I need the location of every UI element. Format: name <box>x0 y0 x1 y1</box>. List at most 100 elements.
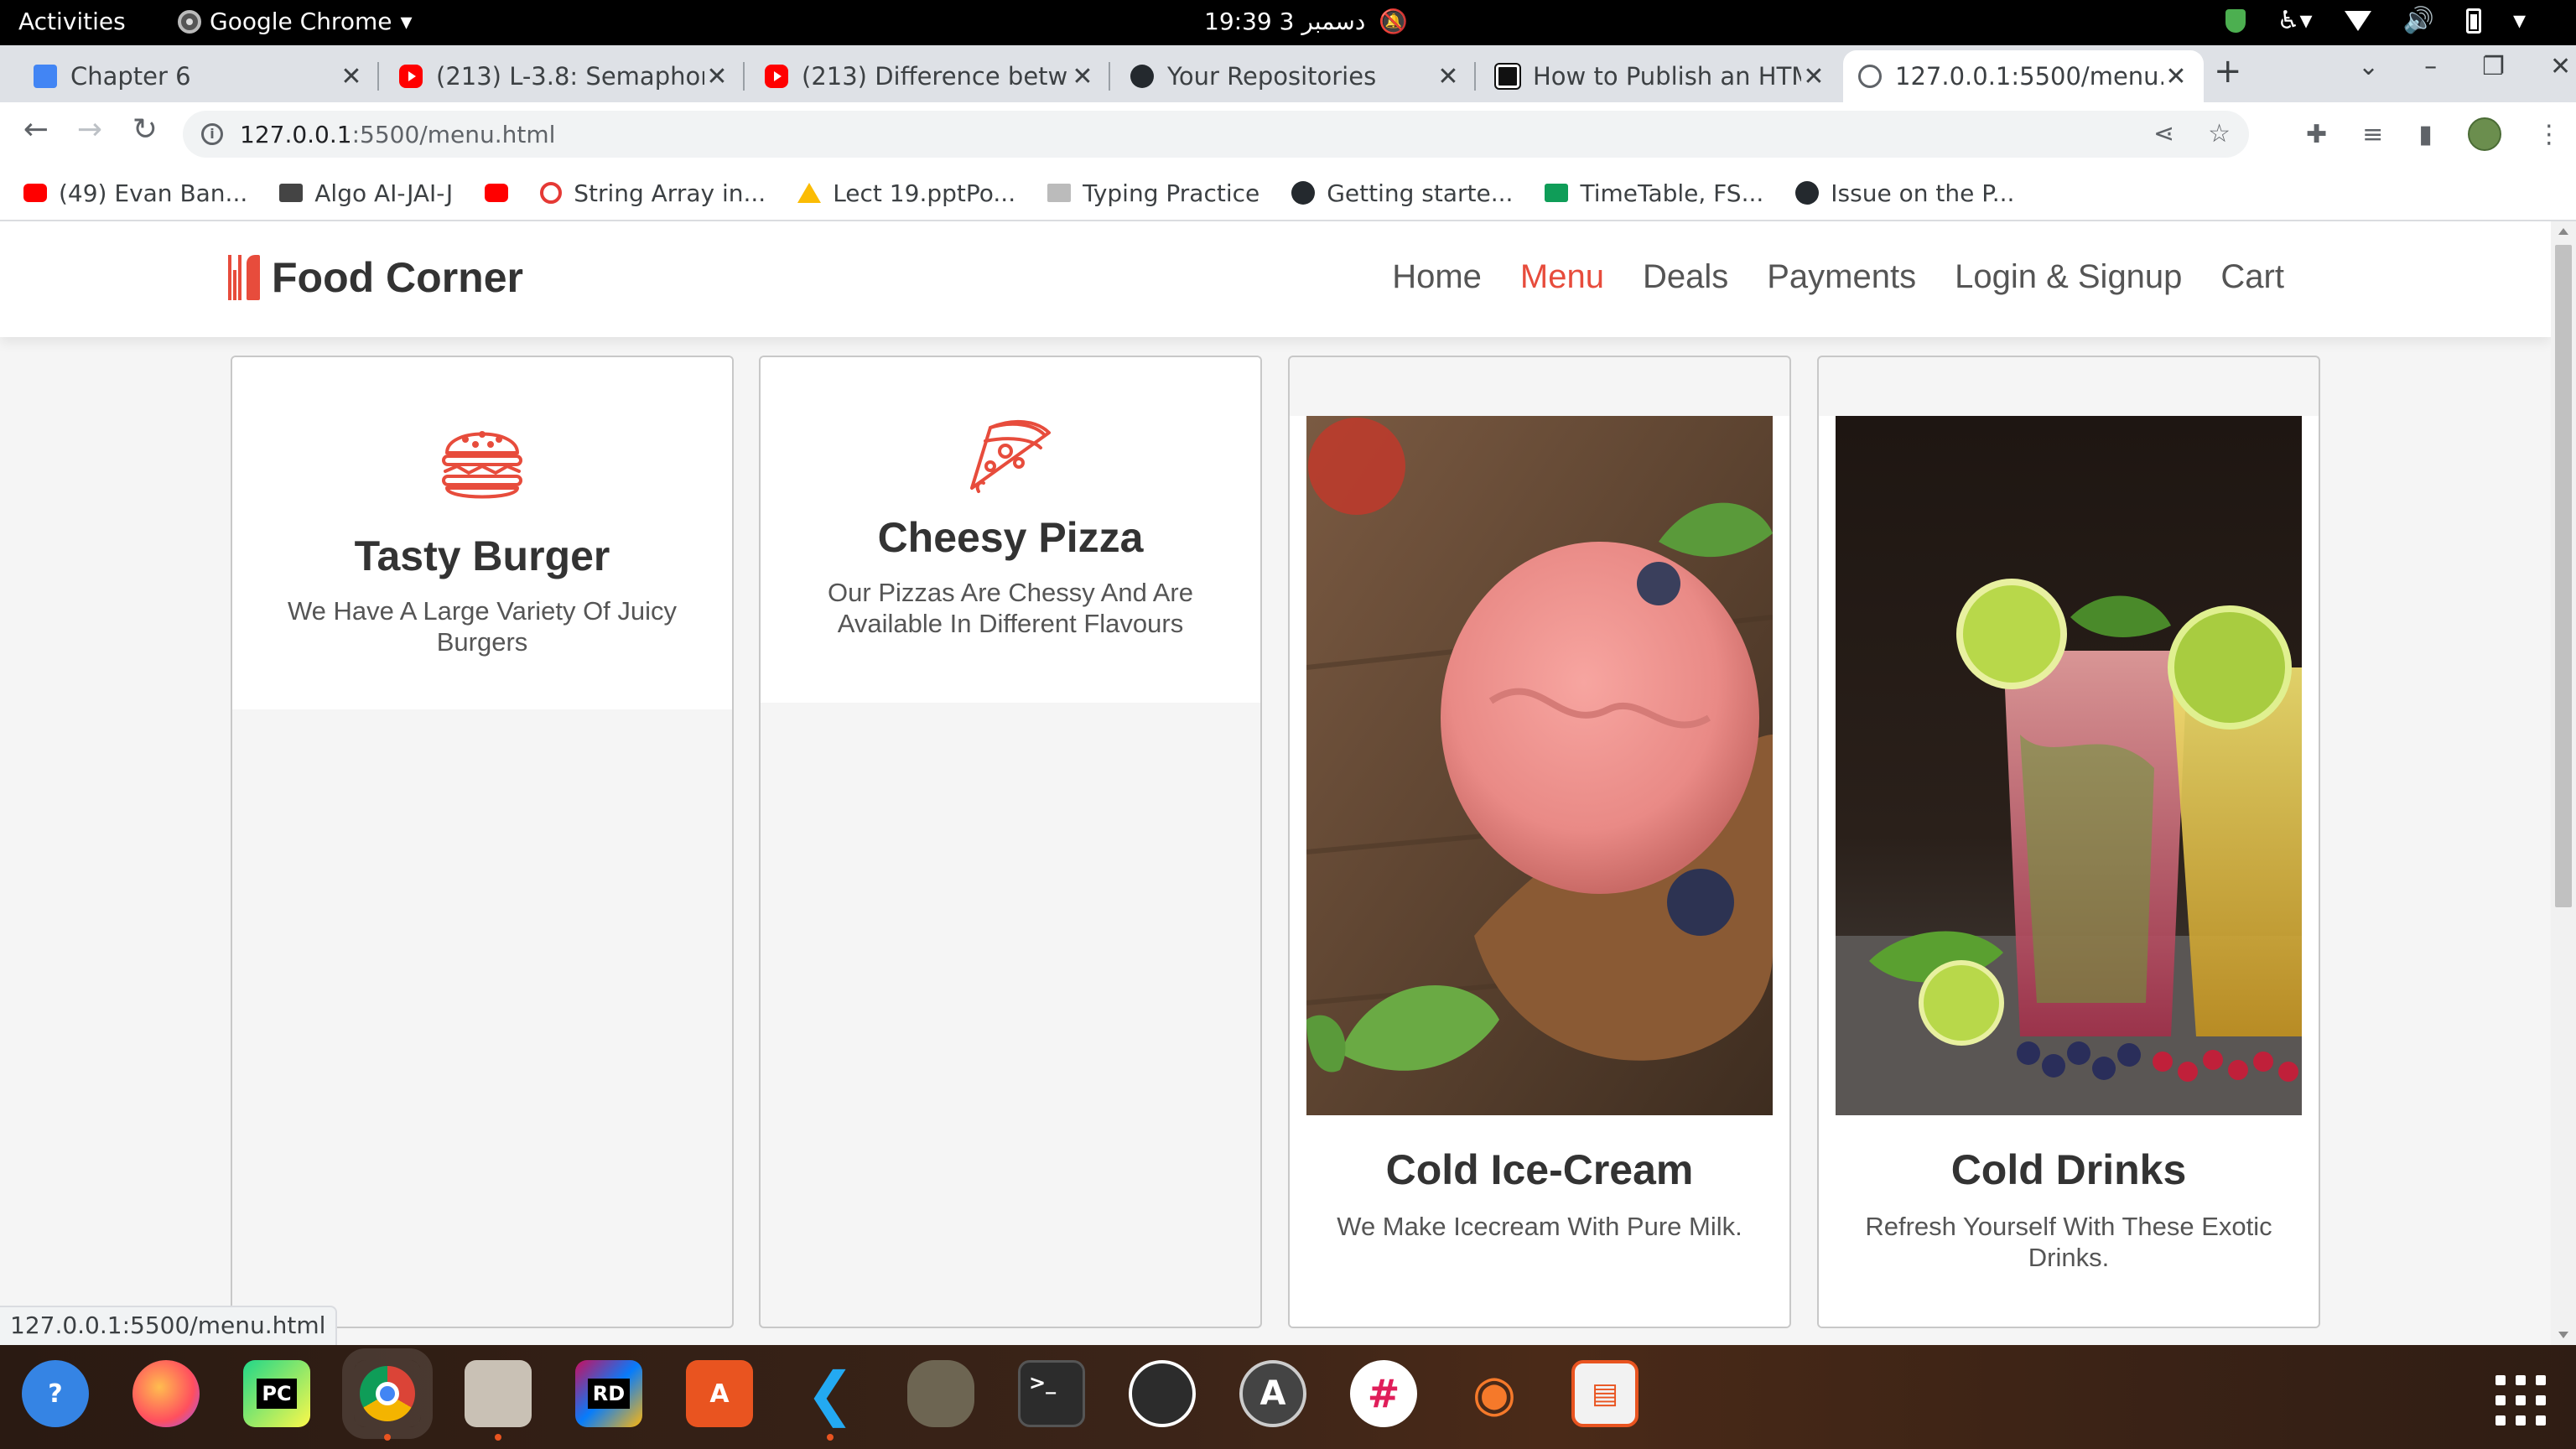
typing-icon <box>1047 184 1072 202</box>
toolbar-actions: ✚ ≡ ▮ ⋮ <box>2306 117 2562 151</box>
menu-card-ice-cream[interactable]: Cold Ice-Cream We Make Icecream With Pur… <box>1288 356 1791 1328</box>
pizza-icon <box>970 419 1051 493</box>
volume-icon: 🔊 <box>2402 6 2434 35</box>
bookmark-item[interactable]: Issue on the P... <box>1795 179 2014 207</box>
card-body: Cheesy Pizza Our Pizzas Are Chessy And A… <box>761 357 1260 703</box>
card-text: Our Pizzas Are Chessy And Are Available … <box>828 578 1193 638</box>
back-icon[interactable]: ← <box>15 112 57 147</box>
vscode-icon[interactable]: ❮ <box>797 1359 864 1441</box>
card-text: We Make Icecream With Pure Milk. <box>1337 1212 1742 1241</box>
nav-menu[interactable]: Menu <box>1520 258 1604 296</box>
show-apps-icon[interactable] <box>2496 1375 2546 1426</box>
bookmark-item[interactable]: (49) Evan Ban... <box>23 179 247 207</box>
maximize-icon[interactable]: ❐ <box>2482 52 2505 81</box>
extensions-icon[interactable]: ✚ <box>2306 120 2327 149</box>
bookmark-star-icon[interactable]: ☆ <box>2208 119 2231 148</box>
close-icon[interactable]: ✕ <box>1436 62 1461 91</box>
bookmark-item[interactable] <box>485 184 509 202</box>
nav-deals[interactable]: Deals <box>1643 258 1728 296</box>
github-icon <box>1291 181 1316 205</box>
menu-card-pizza[interactable]: Cheesy Pizza Our Pizzas Are Chessy And A… <box>759 356 1262 1328</box>
nav-payments[interactable]: Payments <box>1767 258 1916 296</box>
tab-chapter-6[interactable]: Chapter 6 ✕ <box>18 50 379 102</box>
terminal-icon[interactable]: >_ <box>1018 1360 1085 1427</box>
blender-icon[interactable]: ◉ <box>1461 1360 1528 1427</box>
files-icon[interactable] <box>465 1360 532 1441</box>
card-title: Tasty Burger <box>354 532 610 579</box>
side-panel-icon[interactable]: ▮ <box>2418 120 2433 149</box>
app-store-icon[interactable]: A <box>1239 1360 1306 1427</box>
tab-semaphore[interactable]: (213) L-3.8: Semaphore ✕ <box>384 50 745 102</box>
close-icon[interactable]: ✕ <box>1070 62 1095 91</box>
pycharm-icon[interactable]: PC <box>243 1360 310 1427</box>
close-icon[interactable]: ✕ <box>704 62 730 91</box>
site-logo[interactable]: Food Corner <box>226 253 523 302</box>
bookmark-label: Getting starte... <box>1327 179 1514 207</box>
help-icon[interactable]: ? <box>22 1360 89 1427</box>
rider-icon[interactable]: RD <box>575 1360 642 1427</box>
address-bar[interactable]: i 127.0.0.1:5500/menu.html ⋖ ☆ <box>183 111 2249 158</box>
system-top-bar: Activities Google Chrome ▾ 19:39 دسمبر 3… <box>0 0 2576 45</box>
ubuntu-dock: ? PC RD A ❮ >_ A # ◉ ▤ <box>0 1345 2576 1449</box>
clock[interactable]: 19:39 دسمبر 3 🔕 <box>1204 8 1408 35</box>
minimize-icon[interactable]: – <box>2424 52 2437 81</box>
menu-card-cold-drinks[interactable]: Cold Drinks Refresh Yourself With These … <box>1817 356 2320 1328</box>
software-icon[interactable]: A <box>686 1360 753 1427</box>
bookmark-item[interactable]: String Array in... <box>540 179 766 207</box>
tab-menu-active[interactable]: 127.0.0.1:5500/menu.h ✕ <box>1843 50 2204 102</box>
nav-login-signup[interactable]: Login & Signup <box>1955 258 2182 296</box>
app-menu-label: Google Chrome <box>210 8 392 35</box>
forward-icon[interactable]: → <box>69 112 111 147</box>
gimp-icon[interactable] <box>907 1360 974 1427</box>
avatar[interactable] <box>2467 117 2501 151</box>
fork-icon <box>228 255 242 300</box>
close-icon[interactable]: ✕ <box>2163 62 2189 91</box>
tab-publish-html[interactable]: How to Publish an HTM ✕ <box>1481 50 1841 102</box>
system-tray[interactable]: ♿▾ 🔊 ▾ <box>2225 6 2526 35</box>
share-icon[interactable]: ⋖ <box>2153 119 2174 148</box>
activities-button[interactable]: Activities <box>18 8 126 35</box>
youtube-icon <box>765 65 788 88</box>
scroll-down-icon[interactable] <box>2558 1332 2568 1338</box>
bookmark-item[interactable]: Algo AI-JAI-J <box>279 179 453 207</box>
accessibility-icon: ♿▾ <box>2277 6 2313 35</box>
chrome-icon[interactable] <box>342 1348 433 1441</box>
close-icon[interactable]: ✕ <box>1801 62 1826 91</box>
media-control-icon[interactable]: ≡ <box>2362 120 2383 149</box>
slack-icon[interactable]: # <box>1350 1360 1417 1427</box>
close-window-icon[interactable]: ✕ <box>2550 52 2571 81</box>
tab-search-icon[interactable]: ⌄ <box>2358 52 2379 81</box>
page-scrollbar[interactable] <box>2551 221 2576 1345</box>
new-tab-button[interactable]: + <box>2214 52 2242 91</box>
running-indicator <box>827 1434 834 1441</box>
scrollbar-thumb[interactable] <box>2555 245 2572 907</box>
nav-home[interactable]: Home <box>1392 258 1482 296</box>
menu-card-burger[interactable]: Tasty Burger We Have A Large Variety Of … <box>231 356 734 1328</box>
firefox-icon[interactable] <box>132 1360 200 1427</box>
app-menu[interactable]: Google Chrome ▾ <box>178 8 413 35</box>
bookmark-item[interactable]: Lect 19.pptPo... <box>797 179 1015 207</box>
bookmark-label: Issue on the P... <box>1831 179 2015 207</box>
tab-label: Chapter 6 <box>70 62 191 91</box>
obs-icon[interactable] <box>1129 1360 1196 1427</box>
clock-label: 19:39 دسمبر 3 <box>1204 8 1366 35</box>
close-icon[interactable]: ✕ <box>339 62 364 91</box>
bookmark-item[interactable]: Getting starte... <box>1291 179 1513 207</box>
bookmark-item[interactable]: Typing Practice <box>1047 179 1259 207</box>
tab-repositories[interactable]: Your Repositories ✕ <box>1115 50 1476 102</box>
tab-difference[interactable]: (213) Difference betw ✕ <box>750 50 1110 102</box>
tab-separator <box>1474 62 1476 91</box>
scroll-up-icon[interactable] <box>2558 228 2568 235</box>
presentation-icon[interactable]: ▤ <box>1571 1360 1639 1427</box>
browser-toolbar: ← → ↻ i 127.0.0.1:5500/menu.html ⋖ ☆ ✚ ≡… <box>0 102 2576 166</box>
link-status-bubble: 127.0.0.1:5500/menu.html <box>0 1306 338 1345</box>
tab-label: Your Repositories <box>1167 62 1377 91</box>
ice-cream-photo <box>1306 416 1773 1115</box>
nav-cart[interactable]: Cart <box>2220 258 2284 296</box>
info-icon[interactable]: i <box>201 123 223 145</box>
bookmark-item[interactable]: TimeTable, FS... <box>1545 179 1763 207</box>
tab-strip: Chapter 6 ✕ (213) L-3.8: Semaphore ✕ (21… <box>0 45 2576 102</box>
kebab-menu-icon[interactable]: ⋮ <box>2537 120 2562 149</box>
battery-icon <box>2465 8 2481 34</box>
reload-icon[interactable]: ↻ <box>124 112 166 147</box>
